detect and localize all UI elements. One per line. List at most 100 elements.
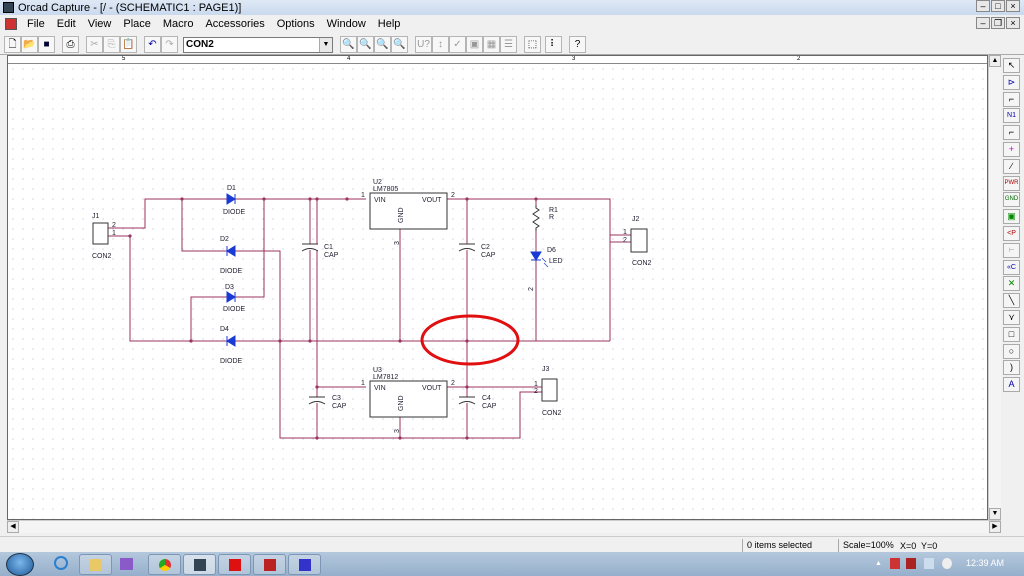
taskbar-chrome[interactable] [148,554,181,575]
part-selector-dropdown[interactable]: CON2 ▼ [183,37,333,53]
taskbar-isis[interactable] [288,554,321,575]
menu-options[interactable]: Options [271,18,321,30]
text-icon[interactable]: A [1003,377,1020,393]
arc-icon[interactable]: ) [1003,360,1020,376]
c2-value: CAP [481,252,496,259]
ellipse-icon[interactable]: ○ [1003,343,1020,359]
save-icon[interactable]: ■ [38,36,55,53]
drc-icon[interactable]: ✓ [449,36,466,53]
schematic-drawing: J1 CON2 2 1 J2 CON2 1 2 J3 CON2 1 2 D1 D… [92,179,652,440]
off-page-connector-icon[interactable]: «C [1003,259,1020,275]
taskbar-app[interactable] [253,554,286,575]
menu-bar: File Edit View Place Macro Accessories O… [0,15,1024,33]
menu-file[interactable]: File [21,18,51,30]
close-button[interactable]: × [1006,0,1020,12]
toolbar: 🗋 📂 ■ ⎙ ✂ ⎘ 📋 ↶ ↷ CON2 ▼ 🔍 🔍 🔍 🔍 U? ↕ ✓ ▣… [0,33,1024,55]
j3-pin2: 2 [534,388,538,395]
menu-macro[interactable]: Macro [157,18,200,30]
junction-icon[interactable]: + [1003,141,1020,157]
start-button[interactable] [6,553,34,576]
netlist-icon[interactable]: ▣ [466,36,483,53]
j3-ref: J3 [542,366,550,373]
undo-icon[interactable]: ↶ [144,36,161,53]
doc-restore-button[interactable]: ❐ [991,17,1005,29]
u3-vin: VIN [374,385,386,392]
show-hidden-icons[interactable]: ▲ [875,560,882,567]
schematic-canvas[interactable]: 5 4 3 2 J1 CON2 2 1 J2 CON2 1 2 J3 CON2 … [7,55,988,520]
u3-vout: VOUT [422,385,442,392]
minimize-button[interactable]: – [976,0,990,12]
no-connect-icon[interactable]: ✕ [1003,276,1020,292]
zoom-out-icon[interactable]: 🔍 [357,36,374,53]
redo-icon[interactable]: ↷ [161,36,178,53]
c3-value: CAP [332,403,347,410]
new-icon[interactable]: 🗋 [4,36,21,53]
back-annotate-icon[interactable]: ↕ [432,36,449,53]
u2-ref: U2 [373,179,382,186]
scroll-right-button[interactable]: ▶ [989,521,1001,533]
copy-icon[interactable]: ⎘ [103,36,120,53]
wire-icon[interactable]: ⌐ [1003,91,1020,107]
scroll-up-button[interactable]: ▲ [989,55,1001,67]
place-part-icon[interactable]: ⊳ [1003,74,1020,90]
scale-status: Scale=100% [838,539,894,552]
internet-explorer-icon[interactable] [54,556,68,570]
help-icon[interactable]: ? [569,36,586,53]
paste-icon[interactable]: 📋 [120,36,137,53]
bus-icon[interactable]: ⌐ [1003,125,1020,141]
c3-ref: C3 [332,395,341,402]
menu-help[interactable]: Help [372,18,407,30]
print-icon[interactable]: ⎙ [62,36,79,53]
tray-flag-icon[interactable] [890,558,900,569]
menu-place[interactable]: Place [117,18,157,30]
doc-close-button[interactable]: × [1006,17,1020,29]
zoom-area-icon[interactable]: 🔍 [374,36,391,53]
power-icon[interactable]: PWR [1003,175,1020,191]
clock[interactable]: 12:39 AM [966,558,1004,568]
zoom-all-icon[interactable]: 🔍 [391,36,408,53]
document-icon[interactable] [5,18,17,30]
snap-to-grid-icon[interactable]: ⬚ [524,36,541,53]
maximize-button[interactable]: □ [991,0,1005,12]
taskbar-acrobat[interactable] [218,554,251,575]
rectangle-icon[interactable]: □ [1003,326,1020,342]
network-icon[interactable] [924,558,934,569]
volume-icon[interactable] [942,558,952,569]
hierarchical-block-icon[interactable]: ▣ [1003,209,1020,225]
u3-pin2: 2 [451,380,455,387]
cut-icon[interactable]: ✂ [86,36,103,53]
doc-minimize-button[interactable]: – [976,17,990,29]
line-icon[interactable]: ╲ [1003,293,1020,309]
net-alias-icon[interactable]: N1 [1003,108,1020,124]
project-manager-icon[interactable]: ⠇ [545,36,562,53]
horizontal-scrollbar[interactable]: ◀ ▶ [7,520,1001,533]
taskbar-explorer[interactable] [79,554,112,575]
tray-app-icon[interactable] [906,558,916,569]
chevron-down-icon[interactable]: ▼ [319,38,332,52]
vertical-scrollbar[interactable]: ▲ ▼ [988,55,1001,520]
zoom-in-icon[interactable]: 🔍 [340,36,357,53]
open-icon[interactable]: 📂 [21,36,38,53]
d4-ref: D4 [220,326,229,333]
part-selector-value: CON2 [186,39,214,50]
bus-entry-icon[interactable]: ∕ [1003,158,1020,174]
polyline-icon[interactable]: ⋎ [1003,309,1020,325]
j2-pin1: 1 [623,229,627,236]
menu-view[interactable]: View [82,18,118,30]
media-player-icon[interactable] [120,558,133,570]
menu-edit[interactable]: Edit [51,18,82,30]
ground-icon[interactable]: GND [1003,192,1020,208]
annotate-icon[interactable]: U? [415,36,432,53]
hier-port-icon[interactable]: <P [1003,225,1020,241]
orcad-icon [194,559,206,571]
select-icon[interactable]: ↖ [1003,58,1020,73]
scroll-left-button[interactable]: ◀ [7,521,19,533]
cross-reference-icon[interactable]: ▦ [483,36,500,53]
taskbar-orcad[interactable] [183,554,216,575]
j1-pin1: 1 [112,230,116,237]
scroll-down-button[interactable]: ▼ [989,508,1001,520]
menu-window[interactable]: Window [321,18,372,30]
bom-icon[interactable]: ☰ [500,36,517,53]
menu-accessories[interactable]: Accessories [199,18,270,30]
hier-pin-icon[interactable]: ⊢ [1003,242,1020,258]
